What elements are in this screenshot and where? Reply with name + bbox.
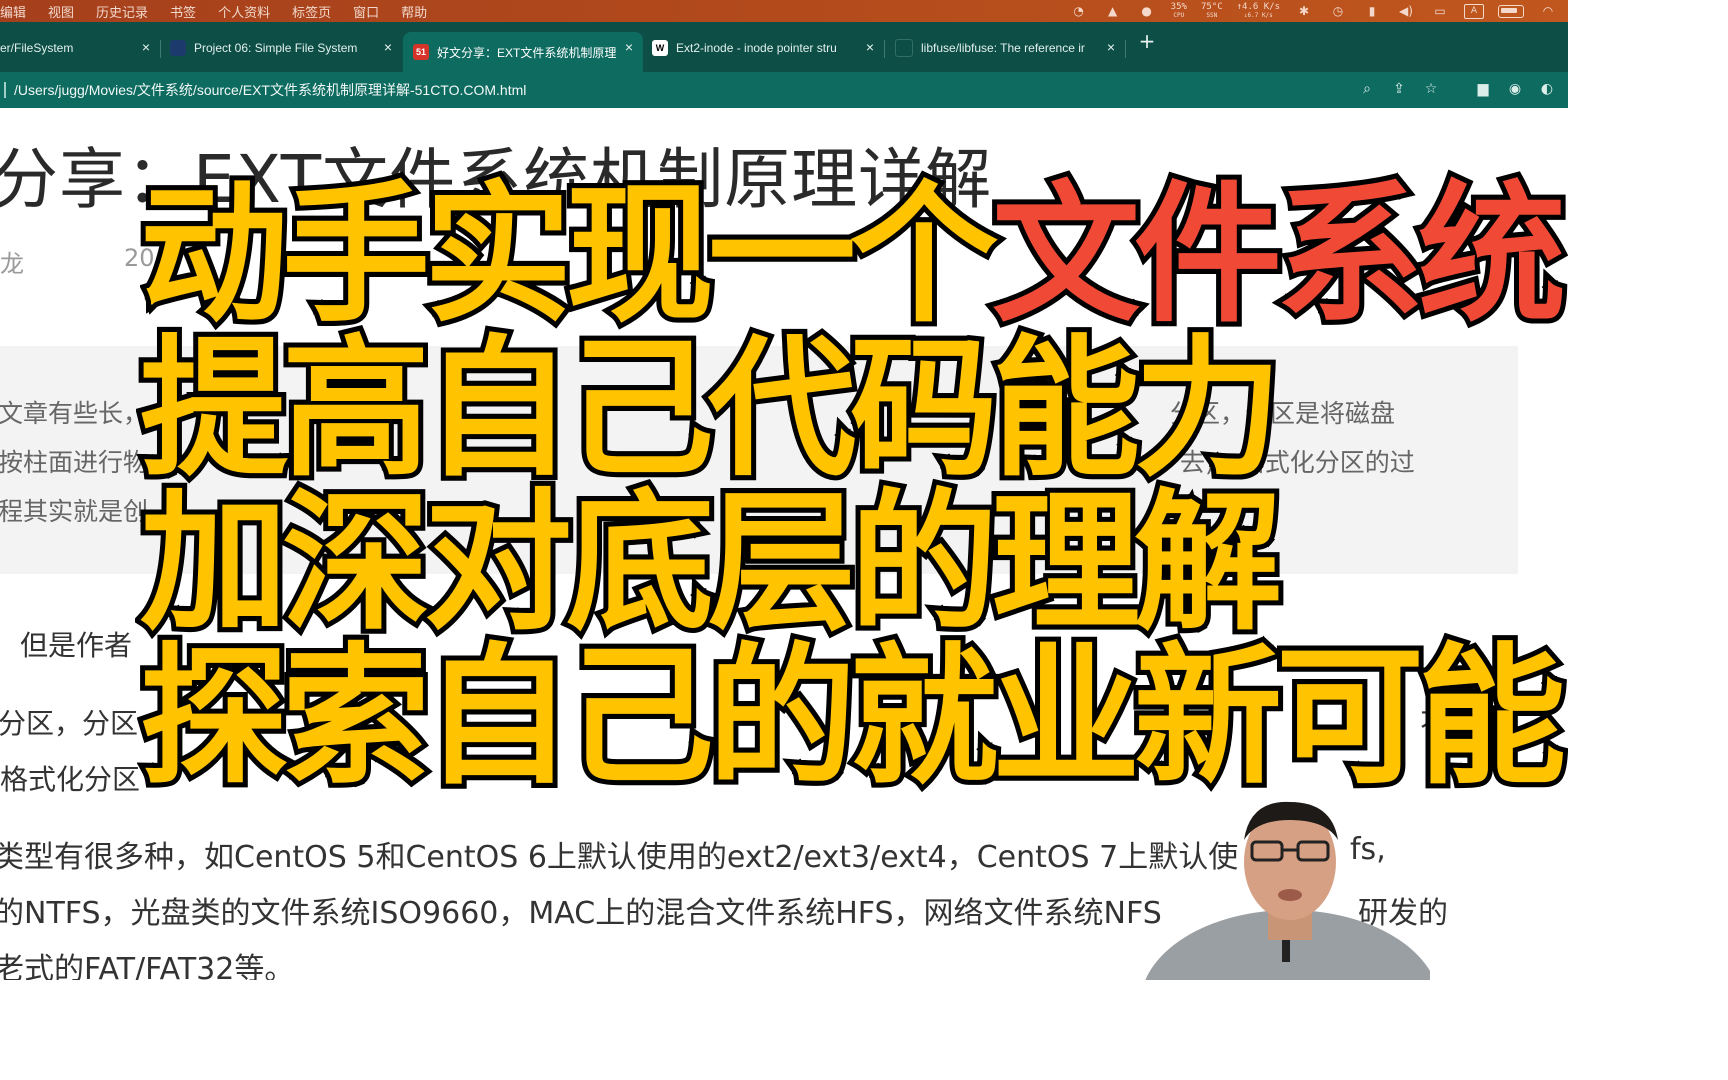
browser-tab-strip: er/FileSystem × Project 06: Simple File … [0, 22, 1568, 72]
tab-title: er/FileSystem [0, 41, 74, 55]
generic-favicon-icon [170, 40, 186, 56]
headline-line-1-yellow: 动手实现一个 [135, 167, 1003, 343]
article-author: 龙 [0, 250, 24, 278]
wikipedia-favicon-icon: W [652, 40, 668, 56]
cpu-stat[interactable]: 35% CPU [1170, 2, 1187, 20]
profile-extension-icon[interactable]: ◐ [1538, 80, 1556, 98]
battery-icon[interactable] [1498, 4, 1524, 18]
paragraph-line: 类型有很多种，如CentOS 5和CentOS 6上默认使用的ext2/ext3… [0, 840, 1239, 875]
status-area: ◔ ▲ ● 35% CPU 75°C SSN ↑4.6 K/s ↓6.7 K/s ✱ … [1069, 0, 1558, 22]
address-toolbar: /Users/jugg/Movies/文件系统/source/EXT文件系统机制… [0, 72, 1568, 108]
vlc-cone-icon[interactable]: ▲ [1103, 4, 1123, 18]
wechat-icon[interactable]: ● [1137, 4, 1157, 18]
close-icon[interactable]: × [380, 39, 396, 55]
tab-title: Project 06: Simple File System [194, 41, 358, 55]
toolbar-spacer [1454, 80, 1460, 98]
headline-line-3: 加深对底层的理解 [135, 475, 1287, 651]
net-down: 6.7 [1247, 12, 1259, 19]
temp-label: SSN [1206, 12, 1218, 19]
paragraph-line: 的NTFS，光盘类的文件系统ISO9660，MAC上的混合文件系统HFS，网络文… [0, 896, 1162, 931]
github-favicon-icon [895, 39, 913, 57]
address-input[interactable]: /Users/jugg/Movies/文件系统/source/EXT文件系统机制… [14, 80, 526, 100]
new-tab-plus-icon[interactable]: + [1138, 31, 1156, 51]
menu-history[interactable]: 历史记录 [85, 2, 159, 21]
menu-help[interactable]: 帮助 [390, 2, 438, 21]
macos-menubar: 编辑 视图 历史记录 书签 个人资料 标签页 窗口 帮助 ◔ ▲ ● 35% CP… [0, 0, 1568, 22]
menu-tabs[interactable]: 标签页 [281, 2, 342, 21]
app-menus: 编辑 视图 历史记录 书签 个人资料 标签页 窗口 帮助 [0, 2, 438, 21]
tab-separator [160, 40, 161, 58]
headline-line-2: 提高自己代码能力 [135, 321, 1287, 497]
paragraph-line: 分区，分区 [0, 707, 139, 740]
tab-separator [1125, 40, 1126, 58]
net-up: 4.6 [1242, 2, 1259, 12]
tab-project06[interactable]: Project 06: Simple File System × [170, 32, 402, 64]
share-icon[interactable]: ⇪ [1390, 80, 1408, 98]
zoom-icon[interactable]: ⌕ [1358, 80, 1376, 98]
net-stat[interactable]: ↑4.6 K/s ↓6.7 K/s [1237, 2, 1280, 20]
tab-title: 好文分享：EXT文件系统机制原理 [437, 45, 617, 60]
tab-title: Ext2-inode - inode pointer stru [676, 41, 837, 55]
bookmark-star-icon[interactable]: ☆ [1422, 80, 1440, 98]
tab-libfuse[interactable]: libfuse/libfuse: The reference ir × [895, 32, 1126, 64]
record-extension-icon[interactable]: ◉ [1506, 80, 1524, 98]
quote-line: 程其实就是创 [0, 497, 149, 526]
tab-ext-article[interactable]: 51 好文分享：EXT文件系统机制原理 × [403, 32, 643, 72]
tab-filesystem-repo[interactable]: er/FileSystem × [0, 32, 161, 64]
menu-edit[interactable]: 编辑 [0, 2, 37, 21]
cpu-value: 35% [1170, 2, 1187, 12]
menu-bookmarks[interactable]: 书签 [159, 2, 207, 21]
menu-view[interactable]: 视图 [37, 2, 85, 21]
quote-line: 按柱面进行物 [0, 448, 149, 477]
clock-app-icon[interactable]: ◔ [1069, 4, 1089, 18]
address-bar-edge [4, 82, 6, 98]
bag-icon[interactable]: ▮ [1362, 4, 1382, 18]
close-icon[interactable]: × [138, 39, 154, 55]
51cto-favicon-icon: 51 [413, 44, 429, 60]
temp-stat[interactable]: 75°C SSN [1200, 2, 1223, 20]
input-source-icon[interactable]: A [1464, 3, 1484, 19]
display-icon[interactable]: ▭ [1430, 4, 1450, 18]
volume-icon[interactable]: ◀) [1396, 4, 1416, 18]
menu-window[interactable]: 窗口 [342, 2, 390, 21]
menu-profiles[interactable]: 个人资料 [207, 2, 281, 21]
headline-line-4: 探索自己的就业新可能 [135, 629, 1571, 805]
quote-line: 文章有些长， [0, 399, 149, 428]
tab-separator [884, 40, 885, 58]
tab-title: libfuse/libfuse: The reference ir [921, 41, 1085, 55]
close-icon[interactable]: × [621, 39, 637, 55]
close-icon[interactable]: × [862, 39, 878, 55]
save-extension-icon[interactable]: ▆ [1474, 80, 1492, 98]
wifi-icon[interactable]: ◠ [1538, 4, 1558, 18]
presenter-webcam [1140, 790, 1430, 980]
headline-line-1-red: 文件系统 [987, 167, 1571, 343]
net-unit-down: K/s [1261, 12, 1273, 19]
presenter-avatar [1145, 801, 1430, 980]
close-icon[interactable]: × [1103, 39, 1119, 55]
cpu-label: CPU [1173, 12, 1185, 19]
paragraph-line: 老式的FAT/FAT32等。 [0, 952, 295, 980]
paragraph-line: 但是作者 [20, 629, 133, 662]
time-machine-icon[interactable]: ◷ [1328, 4, 1348, 18]
net-unit-up: K/s [1263, 2, 1280, 12]
temp-value: 75°C [1200, 2, 1223, 12]
toolbar-actions: ⌕ ⇪ ☆ ▆ ◉ ◐ [1358, 80, 1556, 98]
bluetooth-icon[interactable]: ✱ [1294, 4, 1314, 18]
paragraph-line: 格式化分区 [0, 763, 141, 796]
tab-ext2-inode[interactable]: W Ext2-inode - inode pointer stru × [652, 32, 885, 64]
headline-line-1: 动手实现一个文件系统 [135, 173, 1571, 336]
